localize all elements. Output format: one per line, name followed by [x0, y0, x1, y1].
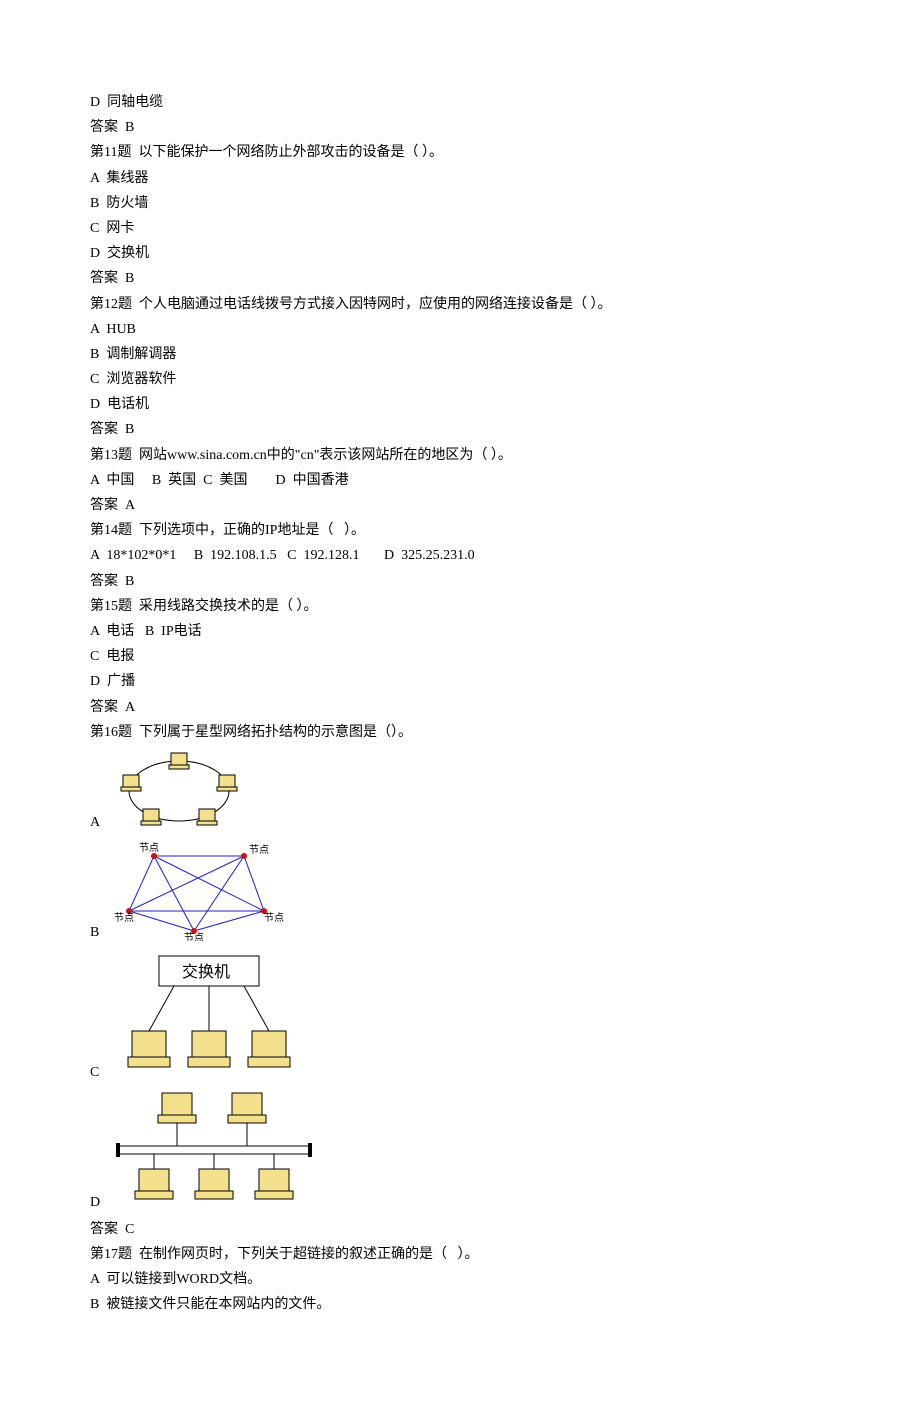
q12-opt-d: D 电话机 [90, 392, 830, 417]
computer-icon [158, 1093, 196, 1123]
q16-answer: 答案 C [90, 1217, 830, 1242]
q17-title: 第17题 在制作网页时，下列关于超链接的叙述正确的是（ ）。 [90, 1242, 830, 1267]
computer-icon [228, 1093, 266, 1123]
q11-opt-b: B 防火墙 [90, 191, 830, 216]
q11-opt-a: A 集线器 [90, 166, 830, 191]
computer-icon [188, 1031, 230, 1067]
computer-icon [255, 1169, 293, 1199]
answer-prev: 答案 B [90, 115, 830, 140]
q16-option-d: D [90, 1087, 830, 1215]
q15-title: 第15题 采用线路交换技术的是（ ）。 [90, 594, 830, 619]
node-label: 节点 [264, 912, 284, 924]
q15-opt-ab: A 电话 B IP电话 [90, 619, 830, 644]
q16-option-c: C 交换机 [90, 947, 830, 1085]
node-label: 节点 [114, 912, 134, 924]
q16-title: 第16题 下列属于星型网络拓扑结构的示意图是（）。 [90, 720, 830, 745]
q16-label-b: B [90, 920, 104, 945]
q16-label-a: A [90, 810, 104, 835]
q16-label-c: C [90, 1060, 104, 1085]
q14-answer: 答案 B [90, 569, 830, 594]
computer-icon [248, 1031, 290, 1067]
node-label: 节点 [184, 932, 204, 941]
computer-icon [197, 809, 217, 825]
mesh-topology-diagram: 节点 节点 节点 节点 节点 [114, 841, 284, 941]
q17-opt-b: B 被链接文件只能在本网站内的文件。 [90, 1292, 830, 1317]
switch-label: 交换机 [182, 963, 230, 981]
computer-icon [135, 1169, 173, 1199]
node-label: 节点 [139, 842, 159, 854]
star-topology-diagram: 交换机 [114, 951, 304, 1081]
q11-title: 第11题 以下能保护一个网络防止外部攻击的设备是（ ）。 [90, 140, 830, 165]
option-d-prev: D 同轴电缆 [90, 90, 830, 115]
q15-answer: 答案 A [90, 695, 830, 720]
q12-opt-b: B 调制解调器 [90, 342, 830, 367]
q13-opts: A 中国 B 英国 C 美国 D 中国香港 [90, 468, 830, 493]
computer-icon [217, 775, 237, 791]
computer-icon [169, 753, 189, 769]
q15-opt-c: C 电报 [90, 644, 830, 669]
computer-icon [195, 1169, 233, 1199]
q16-label-d: D [90, 1190, 104, 1215]
bus-topology-diagram [114, 1091, 314, 1211]
q14-title: 第14题 下列选项中，正确的IP地址是（ ）。 [90, 518, 830, 543]
q11-opt-d: D 交换机 [90, 241, 830, 266]
q13-title: 第13题 网站www.sina.com.cn中的"cn"表示该网站所在的地区为（… [90, 443, 830, 468]
computer-icon [128, 1031, 170, 1067]
q11-opt-c: C 网卡 [90, 216, 830, 241]
computer-icon [141, 809, 161, 825]
q11-answer: 答案 B [90, 266, 830, 291]
q15-opt-d: D 广播 [90, 669, 830, 694]
q17-opt-a: A 可以链接到WORD文档。 [90, 1267, 830, 1292]
q12-answer: 答案 B [90, 417, 830, 442]
q12-opt-a: A HUB [90, 317, 830, 342]
q16-option-a: A [90, 747, 830, 835]
node-label: 节点 [249, 844, 269, 856]
ring-topology-diagram [114, 751, 244, 831]
q14-opts: A 18*102*0*1 B 192.108.1.5 C 192.128.1 D… [90, 543, 830, 568]
computer-icon [121, 775, 141, 791]
q12-opt-c: C 浏览器软件 [90, 367, 830, 392]
q13-answer: 答案 A [90, 493, 830, 518]
q16-option-b: B 节点 节点 节点 节点 [90, 837, 830, 945]
q12-title: 第12题 个人电脑通过电话线拨号方式接入因特网时，应使用的网络连接设备是（ ）。 [90, 292, 830, 317]
